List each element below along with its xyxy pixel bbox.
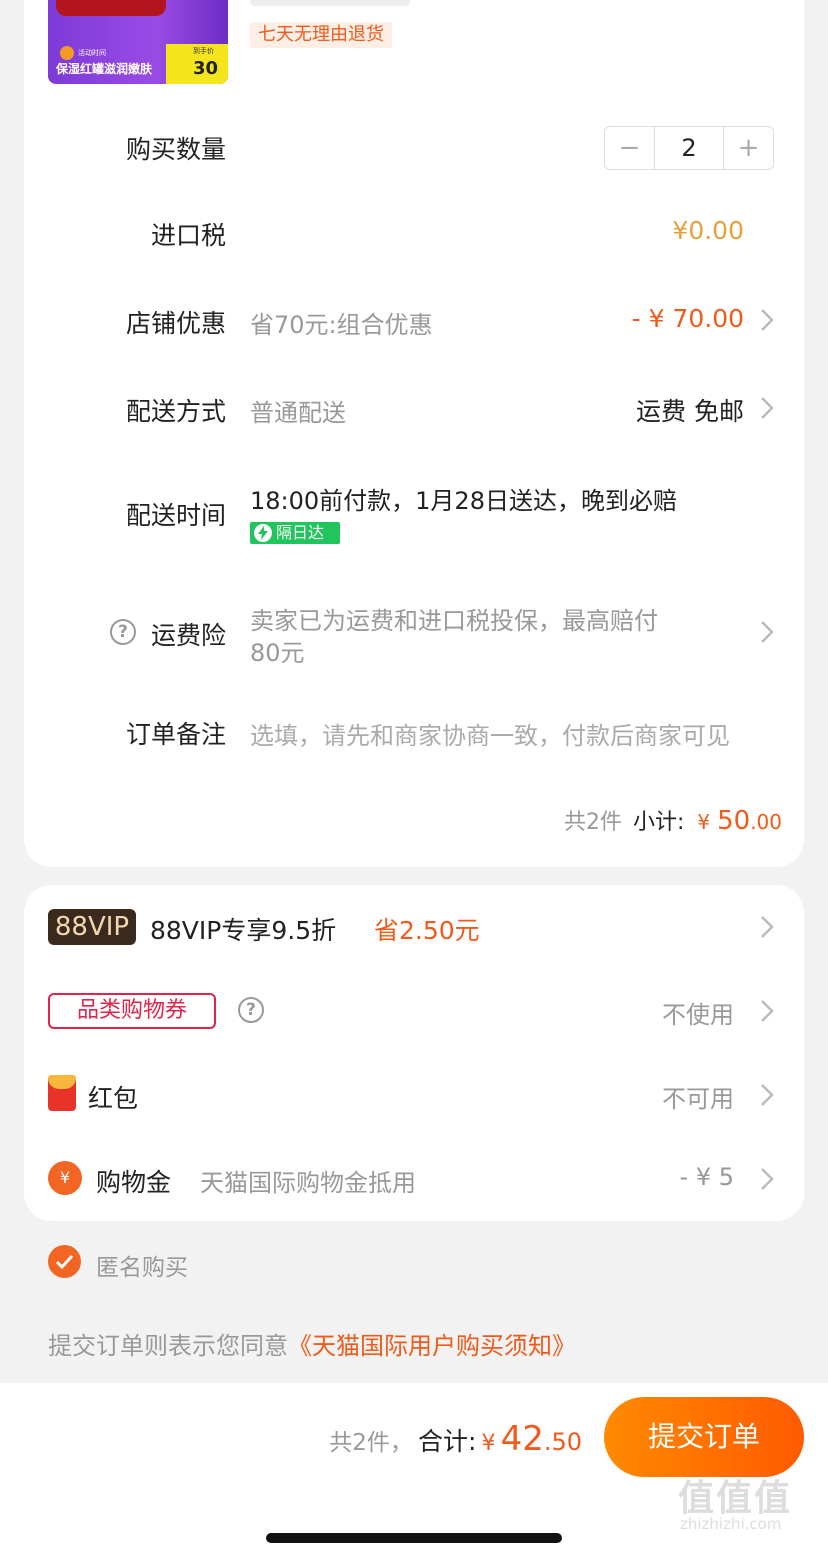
import-tax-value: ¥0.00	[672, 216, 744, 245]
minus-button[interactable]: −	[605, 127, 654, 169]
total-currency: ¥	[481, 1431, 496, 1456]
import-tax-label: 进口税	[150, 221, 226, 250]
chevron-right-icon	[756, 618, 778, 646]
red-packet-icon	[48, 1075, 76, 1111]
subtotal-count: 共2件	[563, 810, 622, 835]
chevron-right-icon	[756, 1081, 778, 1109]
delivery-method-desc: 普通配送	[250, 399, 346, 427]
delivery-time-desc: 18:00前付款，1月28日送达，晚到必赔	[250, 487, 677, 515]
discount-card: 88VIP 88VIP专享9.5折 省2.50元 品类购物券 ? 不使用 红包 …	[24, 885, 804, 1221]
promo-small-text: 活动时间	[78, 49, 106, 57]
watermark-logo: 值值值	[678, 1478, 793, 1519]
category-coupon-value: 不使用	[662, 1001, 734, 1029]
product-image-top	[56, 0, 166, 16]
subtotal: 共2件 小计: ¥ 50.00	[564, 804, 782, 836]
order-note-input[interactable]: 选填，请先和商家协商一致，付款后商家可见	[250, 716, 730, 751]
promo-line: 保湿红罐滋润嫩肤	[56, 62, 153, 76]
promo-icon	[60, 46, 74, 60]
home-indicator[interactable]	[266, 1533, 562, 1543]
shipping-fee-value: 运费 免邮	[636, 397, 744, 426]
quantity-label: 购买数量	[125, 135, 226, 164]
total-summary: 共2件， 合计: ¥ 42.50	[329, 1419, 582, 1459]
total-count: 共2件，	[329, 1430, 413, 1456]
order-note-label: 订单备注	[125, 720, 226, 749]
subtotal-dec: .00	[750, 810, 782, 834]
chevron-right-icon	[756, 306, 778, 334]
red-packet-value: 不可用	[662, 1085, 734, 1113]
store-discount-value: - ¥ 70.00	[631, 304, 744, 333]
watermark-url: zhizhizhi.com	[680, 1515, 782, 1533]
total-int: 42	[500, 1419, 544, 1459]
delivery-time-label: 配送时间	[125, 501, 226, 530]
lightning-icon	[254, 524, 272, 542]
submit-order-button[interactable]: 提交订单	[604, 1397, 804, 1477]
chevron-right-icon	[756, 1165, 778, 1193]
shopping-gold-desc: 天猫国际购物金抵用	[200, 1169, 416, 1197]
shopping-gold-value: - ¥ 5	[679, 1163, 734, 1191]
help-icon[interactable]: ?	[110, 619, 136, 645]
store-discount-label: 店铺优惠	[125, 309, 226, 338]
shipping-insurance-desc-2: 80元	[250, 639, 305, 667]
check-icon	[55, 1254, 74, 1270]
shipping-insurance-label: 运费险	[150, 621, 226, 650]
checkout-bar: 共2件， 合计: ¥ 42.50 提交订单 值值值 zhizhizhi.com	[0, 1383, 828, 1559]
chevron-right-icon	[756, 394, 778, 422]
next-day-badge-label: 隔日达	[276, 523, 325, 542]
agreement-link[interactable]: 《天猫国际用户购买须知》	[288, 1332, 576, 1360]
shopping-gold-label: 购物金	[96, 1168, 172, 1197]
total-label: 合计:	[417, 1427, 477, 1456]
subtotal-currency: ¥	[697, 810, 711, 834]
help-icon[interactable]: ?	[238, 997, 264, 1023]
chevron-right-icon	[756, 997, 778, 1025]
anonymous-label: 匿名购买	[96, 1255, 188, 1281]
delivery-method-label: 配送方式	[125, 397, 226, 426]
agreement: 提交订单则表示您同意《天猫国际用户购买须知》	[48, 1326, 576, 1361]
promo-price-label: 到手价	[193, 47, 214, 55]
shipping-insurance-desc-1: 卖家已为运费和进口税投保，最高赔付	[250, 607, 658, 635]
order-card: 活动时间 保湿红罐滋润嫩肤 到手价 30 七天无理由退货 购买数量 − 2 + …	[24, 0, 804, 867]
store-discount-desc: 省70元:组合优惠	[250, 311, 433, 339]
vip-text: 88VIP专享9.5折	[150, 916, 337, 945]
red-packet-label: 红包	[88, 1084, 139, 1113]
vip-badge: 88VIP	[48, 909, 136, 945]
money-bag-icon: ¥	[48, 1161, 82, 1195]
product-spec-tag	[250, 0, 410, 6]
return-policy-tag: 七天无理由退货	[250, 22, 392, 48]
agreement-prefix: 提交订单则表示您同意	[48, 1332, 288, 1360]
product-thumbnail[interactable]: 活动时间 保湿红罐滋润嫩肤 到手价 30	[48, 0, 228, 84]
category-coupon-badge: 品类购物券	[48, 993, 216, 1029]
total-dec: .50	[543, 1428, 582, 1456]
next-day-badge: 隔日达	[250, 522, 340, 544]
quantity-stepper: − 2 +	[604, 126, 774, 170]
subtotal-int: 50	[717, 806, 751, 836]
subtotal-label: 小计:	[632, 810, 685, 835]
quantity-value[interactable]: 2	[654, 127, 724, 169]
vip-save: 省2.50元	[374, 916, 480, 945]
chevron-right-icon	[756, 913, 778, 941]
plus-button[interactable]: +	[724, 127, 773, 169]
anonymous-checkbox[interactable]	[48, 1245, 81, 1278]
promo-price: 30	[192, 58, 218, 79]
